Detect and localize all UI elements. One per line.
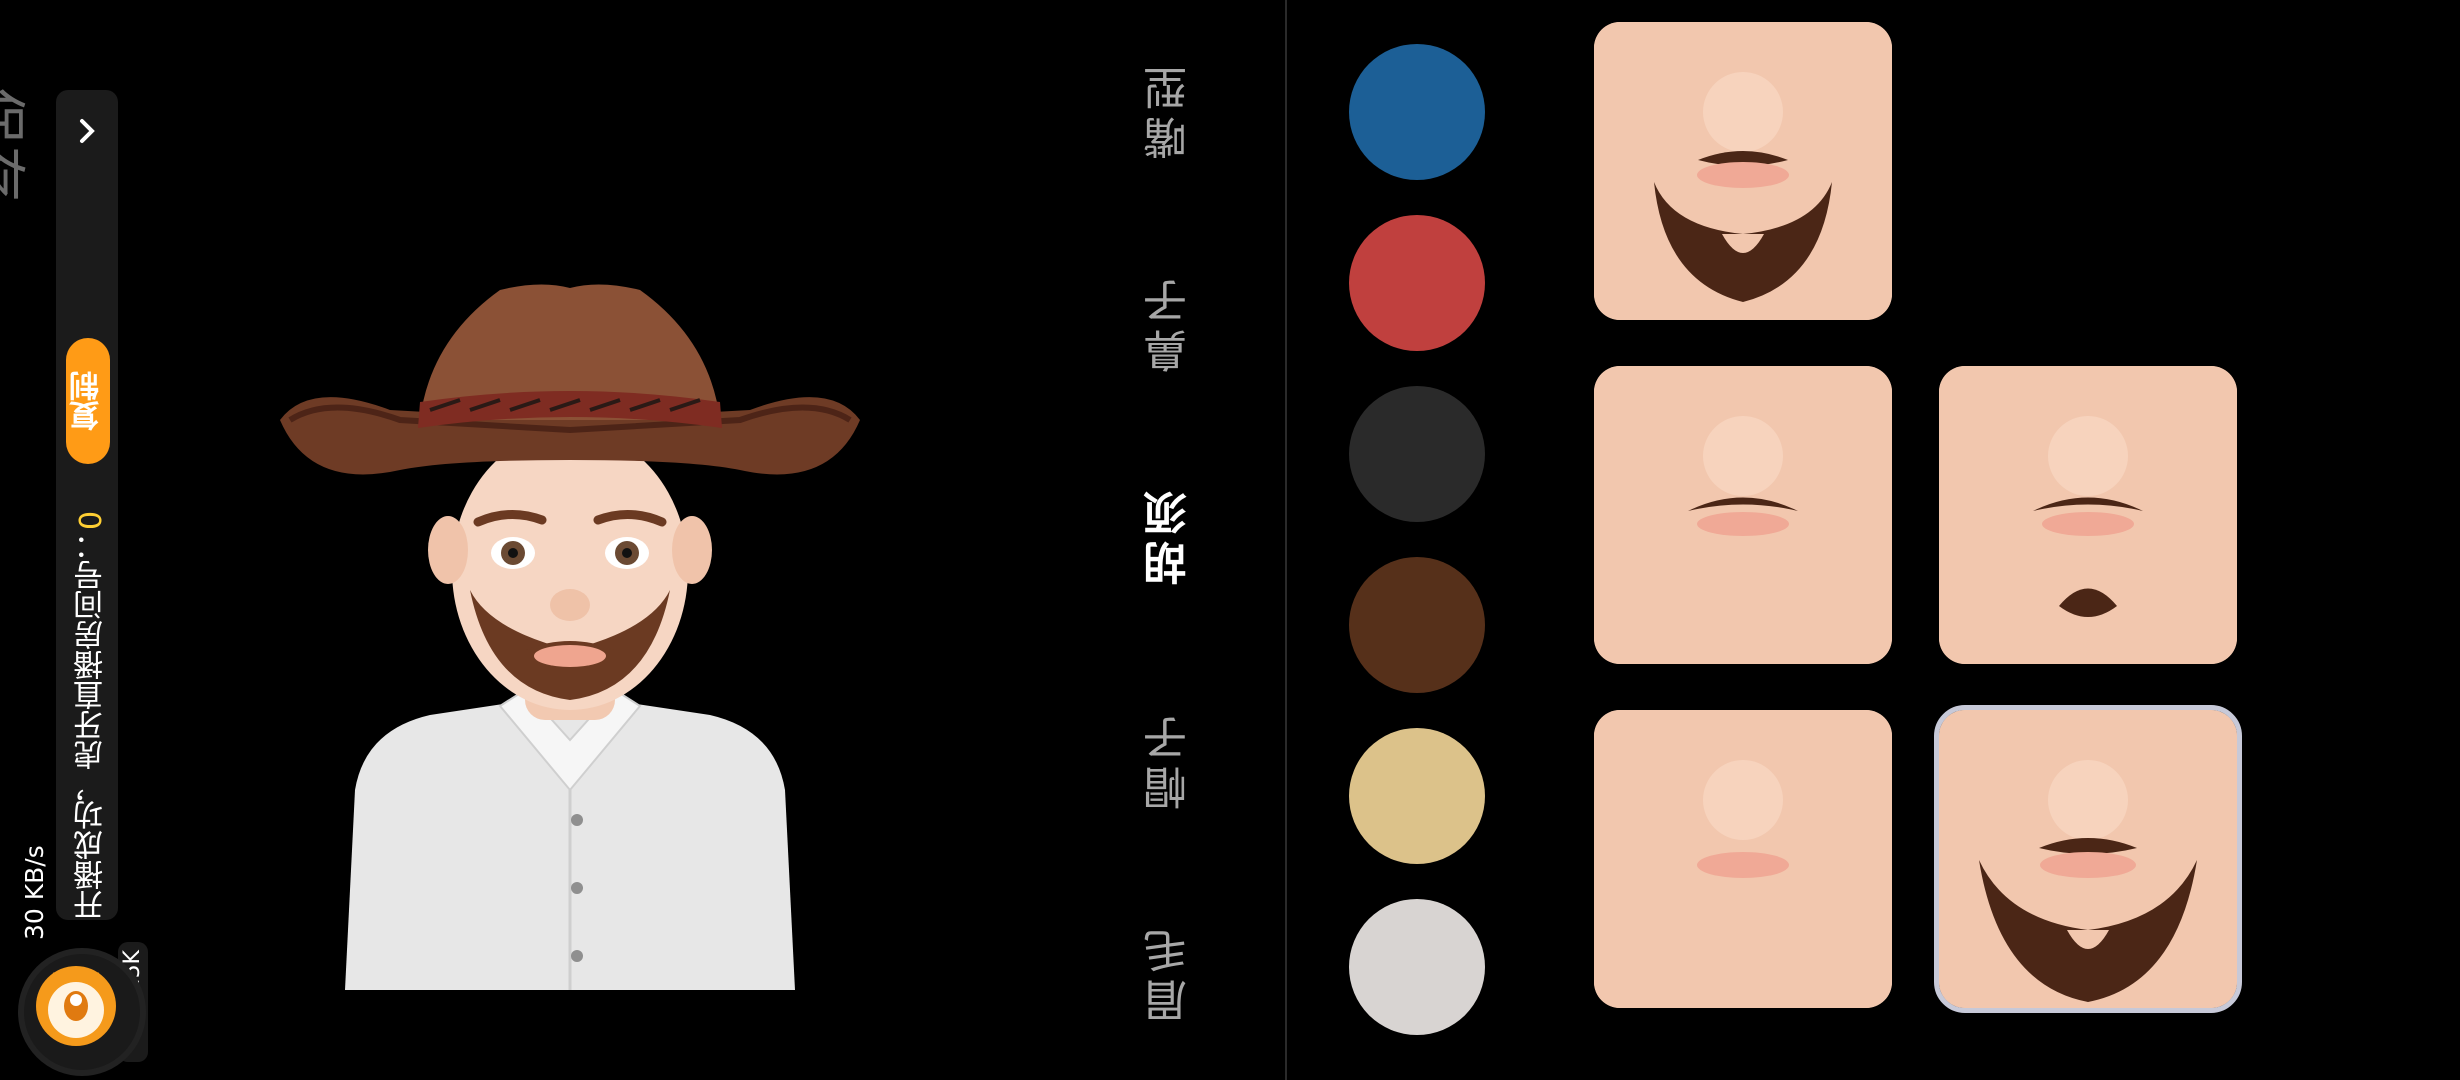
- stream-status-prefix: 开播成功，虎牙直播房间号：: [74, 530, 109, 920]
- avatar-illustration: [280, 284, 860, 990]
- beard-goatee-selected-icon: [1939, 710, 2237, 1008]
- beard-none-icon: [1594, 710, 1892, 1008]
- tab-mouth[interactable]: 嘴型: [1140, 55, 1200, 165]
- beard-option-mustache[interactable]: [1594, 366, 1892, 664]
- beard-goatee-full-icon: [1594, 22, 1892, 320]
- panel-divider: [1285, 0, 1287, 1080]
- beard-mustache-icon: [1594, 366, 1892, 664]
- color-swatch-light-grey[interactable]: [1349, 899, 1485, 1035]
- room-number: 0: [74, 510, 109, 530]
- beard-option-goatee-selected[interactable]: [1934, 705, 2242, 1013]
- color-swatch-tan[interactable]: [1349, 728, 1485, 864]
- beard-option-mustache-tuft[interactable]: [1939, 366, 2237, 664]
- net-speed: 30 KB/s: [20, 845, 49, 940]
- copy-button-label: 复制: [70, 371, 105, 431]
- tab-nose[interactable]: 鼻子: [1140, 268, 1200, 378]
- color-swatch-brown[interactable]: [1349, 557, 1485, 693]
- tiger-mascot-icon: [36, 966, 116, 1046]
- beard-option-none[interactable]: [1594, 710, 1892, 1008]
- save-label[interactable]: 保存: [0, 88, 42, 204]
- color-swatch-black[interactable]: [1349, 386, 1485, 522]
- color-swatch-blue[interactable]: [1349, 44, 1485, 180]
- beard-mustache-tuft-icon: [1939, 366, 2237, 664]
- beard-option-goatee-full[interactable]: [1594, 22, 1892, 320]
- tab-eyebrows[interactable]: 眉毛: [1140, 918, 1200, 1028]
- color-swatch-red[interactable]: [1349, 215, 1485, 351]
- tab-beard[interactable]: 胡须: [1140, 480, 1200, 590]
- copy-button[interactable]: 复制: [66, 338, 110, 464]
- avatar-preview: [270, 270, 870, 990]
- huya-logo[interactable]: [18, 948, 146, 1076]
- tab-hat[interactable]: 帽子: [1140, 705, 1200, 815]
- chevron-right-icon[interactable]: [72, 116, 102, 146]
- stream-status-text: 开播成功，虎牙直播房间号：0: [70, 480, 110, 920]
